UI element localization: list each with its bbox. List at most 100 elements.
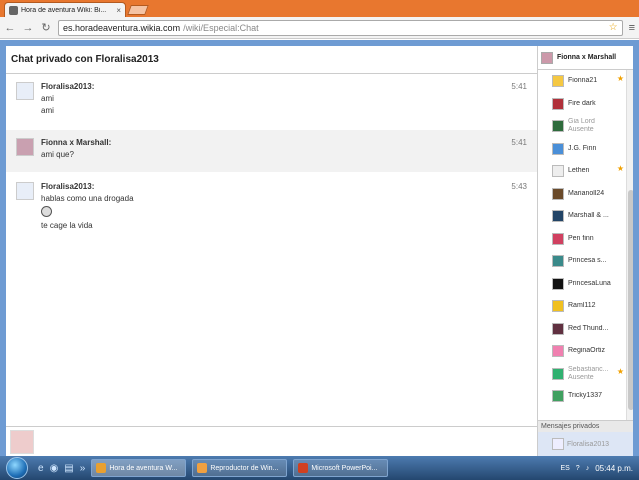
address-bar[interactable]: es.horadeaventura.wikia.com/wiki/Especia… [58, 19, 623, 36]
user-name: J.G. Finn [568, 144, 597, 152]
url-host: es.horadeaventura.wikia.com [63, 22, 181, 33]
avatar [552, 438, 564, 450]
message-input[interactable] [6, 426, 537, 456]
avatar [552, 187, 564, 200]
message-username[interactable]: Fionna x Marshall: [41, 138, 527, 147]
user-list-item[interactable]: Marianoll24 [538, 183, 626, 206]
chat-message: Floralisa2013: ami ami 5:41 [6, 74, 537, 119]
app-icon [298, 463, 309, 473]
help-icon[interactable]: ? [576, 465, 580, 472]
message-text: te cage la vida [41, 221, 93, 230]
current-user[interactable]: Fionna x Marshall [538, 46, 633, 70]
user-list-item[interactable]: Pen finn [538, 228, 626, 251]
user-name: Lethen [568, 167, 590, 175]
user-list-item[interactable]: J.G. Finn [538, 138, 626, 161]
url-path: /wiki/Especial:Chat [183, 22, 259, 33]
user-list-item[interactable]: PrincesaLuna [538, 273, 626, 296]
user-name: Fire dark [568, 99, 596, 107]
user-list-item[interactable]: ReginaOrtiz [538, 340, 626, 363]
message-text: ami [41, 94, 54, 103]
avatar [552, 75, 564, 88]
avatar[interactable] [16, 182, 34, 200]
scrollbar[interactable] [626, 70, 633, 420]
task-list: Hora de aventura W... Reproductor de Win.… [85, 459, 389, 477]
chat-message: Fionna x Marshall: ami que? 5:41 [6, 130, 537, 172]
taskbar-item[interactable]: Reproductor de Win... [192, 459, 288, 477]
taskbar-item[interactable]: Hora de aventura W... [91, 459, 187, 477]
user-name: Pen finn [568, 234, 594, 242]
user-name: PrincesaLuna [568, 279, 611, 287]
taskbar-item[interactable]: Microsoft PowerPoi... [293, 459, 389, 477]
chat-title: Chat privado con Floralisa2013 [11, 54, 159, 65]
avatar [552, 367, 564, 380]
chrome-icon[interactable]: ◉ [50, 463, 59, 474]
user-name: Marshall & ... [568, 212, 609, 220]
user-list-item[interactable]: Fire dark [538, 93, 626, 116]
clock[interactable]: 05:44 p.m. [595, 464, 633, 473]
admin-star-icon: ★ [616, 164, 624, 173]
volume-icon[interactable]: ♪ [586, 465, 590, 472]
close-icon[interactable]: × [116, 6, 121, 15]
message-username[interactable]: Floralisa2013: [41, 82, 527, 91]
avatar [552, 390, 564, 403]
back-button[interactable]: ← [4, 22, 16, 34]
user-rail: Fionna x Marshall Fionna21 ★ Fire dark Gia … [537, 46, 633, 456]
browser-toolbar: ← → ↻ es.horadeaventura.wikia.com/wiki/E… [0, 17, 639, 39]
browser-tab[interactable]: Hora de aventura Wiki: Bi... × [4, 2, 126, 17]
reload-button[interactable]: ↻ [40, 21, 52, 34]
scrollbar-thumb[interactable] [628, 190, 633, 410]
message-username[interactable]: Floralisa2013: [41, 182, 527, 191]
user-list-item[interactable]: Lethen ★ [538, 160, 626, 183]
user-status: Ausente [568, 373, 594, 381]
message-time: 5:41 [511, 138, 527, 147]
message-time: 5:41 [511, 82, 527, 91]
taskbar: e ◉ ▤ » Hora de aventura W... Reproductor… [0, 456, 639, 480]
forward-button[interactable]: → [22, 22, 34, 34]
user-list-item[interactable]: Red Thund... [538, 318, 626, 341]
avatar [552, 277, 564, 290]
user-list-item[interactable]: Fionna21 ★ [538, 70, 626, 93]
user-list-item[interactable]: Tricky1337 [538, 385, 626, 408]
private-messages-header: Mensajes privados [538, 420, 633, 432]
message-text: hablas como una drogada [41, 194, 134, 203]
user-name: Fionna21 [568, 77, 598, 85]
start-button[interactable] [6, 457, 28, 479]
user-name: Gia Lord [568, 118, 595, 126]
chat-header: Chat privado con Floralisa2013 [6, 46, 537, 74]
user-list-item[interactable]: Marshall & ... [538, 205, 626, 228]
menu-icon[interactable]: ≡ [629, 22, 635, 34]
avatar[interactable] [16, 138, 34, 156]
user-list-item[interactable]: Gia Lord Ausente [538, 115, 626, 138]
private-message-item[interactable]: Floralisa2013 [538, 432, 633, 456]
user-status: Ausente [568, 126, 594, 134]
avatar [552, 210, 564, 223]
app-icon [96, 463, 107, 473]
app-icon [197, 463, 208, 473]
browser-titlebar: Hora de aventura Wiki: Bi... × [0, 0, 639, 17]
new-tab-button[interactable] [127, 5, 149, 15]
message-list: Floralisa2013: ami ami 5:41 Fionna x Mar… [6, 74, 537, 426]
quick-launch: e ◉ ▤ » [38, 463, 85, 474]
avatar[interactable] [16, 82, 34, 100]
user-list-item[interactable]: Princesa s... [538, 250, 626, 273]
bookmark-star-icon[interactable]: ☆ [609, 22, 618, 33]
folder-icon[interactable]: ▤ [64, 463, 73, 474]
chat-window: Chat privado con Floralisa2013 Floralisa… [6, 46, 633, 456]
internet-explorer-icon[interactable]: e [38, 463, 44, 474]
avatar [10, 429, 34, 454]
user-name: Red Thund... [568, 324, 609, 332]
user-name: Raml112 [568, 302, 596, 310]
avatar [552, 97, 564, 110]
avatar [552, 255, 564, 268]
avatar [552, 165, 564, 178]
user-list-item[interactable]: Sebastianc... Ausente ★ [538, 363, 626, 386]
language-indicator[interactable]: ES [560, 465, 569, 472]
taskbar-item-label: Microsoft PowerPoi... [311, 464, 378, 472]
user-name: Tricky1337 [568, 392, 602, 400]
avatar [552, 142, 564, 155]
admin-star-icon: ★ [616, 366, 624, 376]
message-text: ami que? [41, 150, 74, 159]
tab-title: Hora de aventura Wiki: Bi... [21, 6, 107, 14]
current-user-name: Fionna x Marshall [557, 54, 617, 61]
user-list-item[interactable]: Raml112 [538, 295, 626, 318]
